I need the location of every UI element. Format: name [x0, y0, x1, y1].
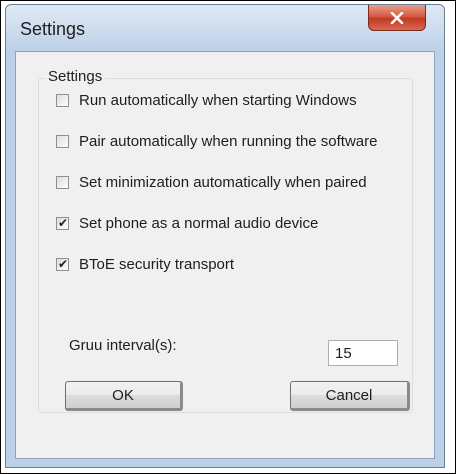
- window-title: Settings: [20, 19, 86, 39]
- checkbox-auto-minimize[interactable]: [56, 175, 69, 189]
- checkmark-icon: ✔: [58, 215, 69, 230]
- close-x-icon: [390, 11, 404, 24]
- option-label: Set phone as a normal audio device: [79, 214, 319, 232]
- title-bar[interactable]: Settings: [6, 5, 444, 51]
- close-button[interactable]: [368, 5, 426, 31]
- option-label: Set minimization automatically when pair…: [79, 173, 367, 191]
- option-audio-device[interactable]: ✔ Set phone as a normal audio device: [56, 213, 318, 233]
- ok-button[interactable]: OK: [65, 381, 183, 411]
- option-label: Pair automatically when running the soft…: [79, 132, 378, 150]
- option-auto-minimize[interactable]: Set minimization automatically when pair…: [56, 172, 367, 192]
- screenshot-frame: Settings Settings Run automatically when…: [0, 0, 456, 474]
- option-btoe-security[interactable]: ✔ BToE security transport: [56, 254, 234, 274]
- checkmark-icon: ✔: [58, 256, 69, 271]
- option-label: Run automatically when starting Windows: [79, 91, 357, 109]
- groupbox-label: Settings: [45, 68, 106, 85]
- checkbox-audio-device[interactable]: ✔: [56, 215, 69, 230]
- checkbox-btoe-security[interactable]: ✔: [56, 256, 69, 271]
- option-label: BToE security transport: [79, 255, 235, 273]
- dialog-client-area: Settings Run automatically when starting…: [15, 51, 435, 459]
- option-auto-pair[interactable]: Pair automatically when running the soft…: [56, 131, 378, 151]
- option-run-on-startup[interactable]: Run automatically when starting Windows: [56, 90, 357, 110]
- cancel-button[interactable]: Cancel: [290, 381, 410, 411]
- checkbox-run-on-startup[interactable]: [56, 93, 69, 107]
- interval-input[interactable]: [328, 340, 398, 366]
- interval-label: Gruu interval(s):: [69, 337, 177, 354]
- settings-groupbox: Settings Run automatically when starting…: [38, 68, 413, 413]
- settings-dialog: Settings Settings Run automatically when…: [5, 4, 445, 468]
- checkbox-auto-pair[interactable]: [56, 134, 69, 148]
